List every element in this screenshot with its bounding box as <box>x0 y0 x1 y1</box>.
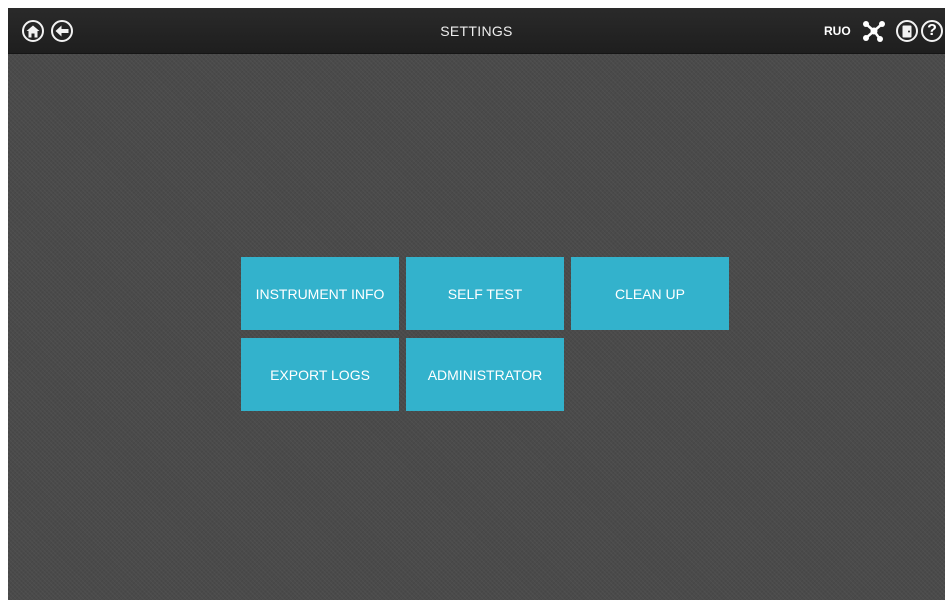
clean-up-button[interactable]: CLEAN UP <box>571 257 729 330</box>
instrument-info-button[interactable]: INSTRUMENT INFO <box>241 257 399 330</box>
page-title: SETTINGS <box>440 23 513 39</box>
back-button[interactable] <box>51 20 73 42</box>
app-window: SETTINGS RUO ? INSTRUMENT INFO SELF TEST… <box>8 8 945 600</box>
back-arrow-icon <box>55 25 69 37</box>
help-icon: ? <box>927 22 937 39</box>
network-icon[interactable] <box>862 19 886 43</box>
administrator-button[interactable]: ADMINISTRATOR <box>406 338 564 411</box>
home-button[interactable] <box>22 20 44 42</box>
exit-button[interactable] <box>896 20 918 42</box>
settings-menu: INSTRUMENT INFO SELF TEST CLEAN UP EXPOR… <box>241 257 729 411</box>
ruo-label: RUO <box>824 24 851 38</box>
home-icon <box>26 25 40 37</box>
exit-door-icon <box>902 25 912 37</box>
top-bar: SETTINGS RUO ? <box>8 8 945 54</box>
self-test-button[interactable]: SELF TEST <box>406 257 564 330</box>
export-logs-button[interactable]: EXPORT LOGS <box>241 338 399 411</box>
help-button[interactable]: ? <box>921 20 943 42</box>
